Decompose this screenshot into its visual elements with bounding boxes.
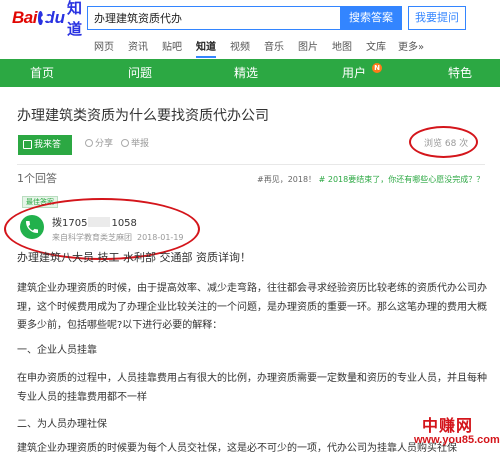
main-nav-special[interactable]: 特色 [440,59,480,87]
promo-links[interactable]: #再见，2018！ # 2018要结束了，你还有哪些心愿没完成？？ [257,174,484,186]
paw-icon [37,11,50,25]
nav-images[interactable]: 图片 [298,38,318,58]
category-nav: 网页 资讯 贴吧 知道 视频 音乐 图片 地图 文库 更多» [0,38,500,58]
report-label: 举报 [131,139,150,149]
watermark-cn: 中赚网 [422,416,474,435]
answer-button-label: 我来答 [34,140,62,150]
report-link[interactable]: 举报 [121,138,149,150]
nav-news[interactable]: 资讯 [128,38,148,58]
main-nav-questions[interactable]: 问题 [120,59,160,87]
promo-highlight: # 2018要结束了，你还有哪些心愿没完成？？ [318,175,485,184]
main-nav: 首页 问题 精选 用户 N 特色 [0,59,500,87]
answer-section-heading: 一、企业人员挂靠 [17,345,97,356]
logo-zhidao: 知道 [66,0,82,38]
logo-bai: Bai [12,8,37,27]
main-nav-featured[interactable]: 精选 [226,59,266,87]
answer-paragraph: 在申办资质的过程中，人员挂靠费用占有很大的比例，办理资质需要一定数量和资历的专业… [17,373,487,403]
nav-map[interactable]: 地图 [332,38,352,58]
question-title: 办理建筑类资质为什么要找资质代办公司 [17,108,269,124]
answers-count: 1个回答 [17,172,57,185]
search-input[interactable] [87,6,340,30]
nav-web[interactable]: 网页 [94,38,114,58]
main-nav-home[interactable]: 首页 [22,59,62,87]
watermark: 中赚网 www.you85.com [414,412,500,452]
nav-music[interactable]: 音乐 [264,38,284,58]
pencil-icon [23,140,32,149]
share-label: 分享 [95,139,114,149]
answer-paragraph: 建筑企业办理资质的时候，由于提高效率、减少走弯路，往往都会寻求经验资历比较老练的… [17,283,487,331]
nav-more[interactable]: 更多» [398,38,424,58]
annotation-circle-views [409,126,478,158]
nav-wenku[interactable]: 文库 [366,38,386,58]
top-bar: Bai du 知道 搜索答案 我要提问 [0,0,500,38]
promo-prefix: # [257,175,264,184]
share-icon [85,139,93,147]
promo-text: 再见，2018！ [263,175,317,184]
baidu-zhidao-logo[interactable]: Bai du 知道 [12,0,82,38]
nav-zhidao[interactable]: 知道 [196,38,216,58]
main-nav-users[interactable]: 用户 [334,59,374,87]
answer-section-heading: 二、为人员办理社保 [17,419,107,430]
nav-video[interactable]: 视频 [230,38,250,58]
watermark-url: www.you85.com [414,434,500,446]
search-answer-button[interactable]: 搜索答案 [340,6,402,30]
report-icon [121,139,129,147]
new-badge: N [372,63,382,73]
ask-question-button[interactable]: 我要提问 [408,6,466,30]
share-link[interactable]: 分享 [85,138,113,150]
answer-headline: 办理建筑八大员 技工 水利部 交通部 资质详询！ [17,251,251,264]
answer-button[interactable]: 我来答 [18,135,72,155]
nav-tieba[interactable]: 贴吧 [162,38,182,58]
divider [17,164,485,165]
